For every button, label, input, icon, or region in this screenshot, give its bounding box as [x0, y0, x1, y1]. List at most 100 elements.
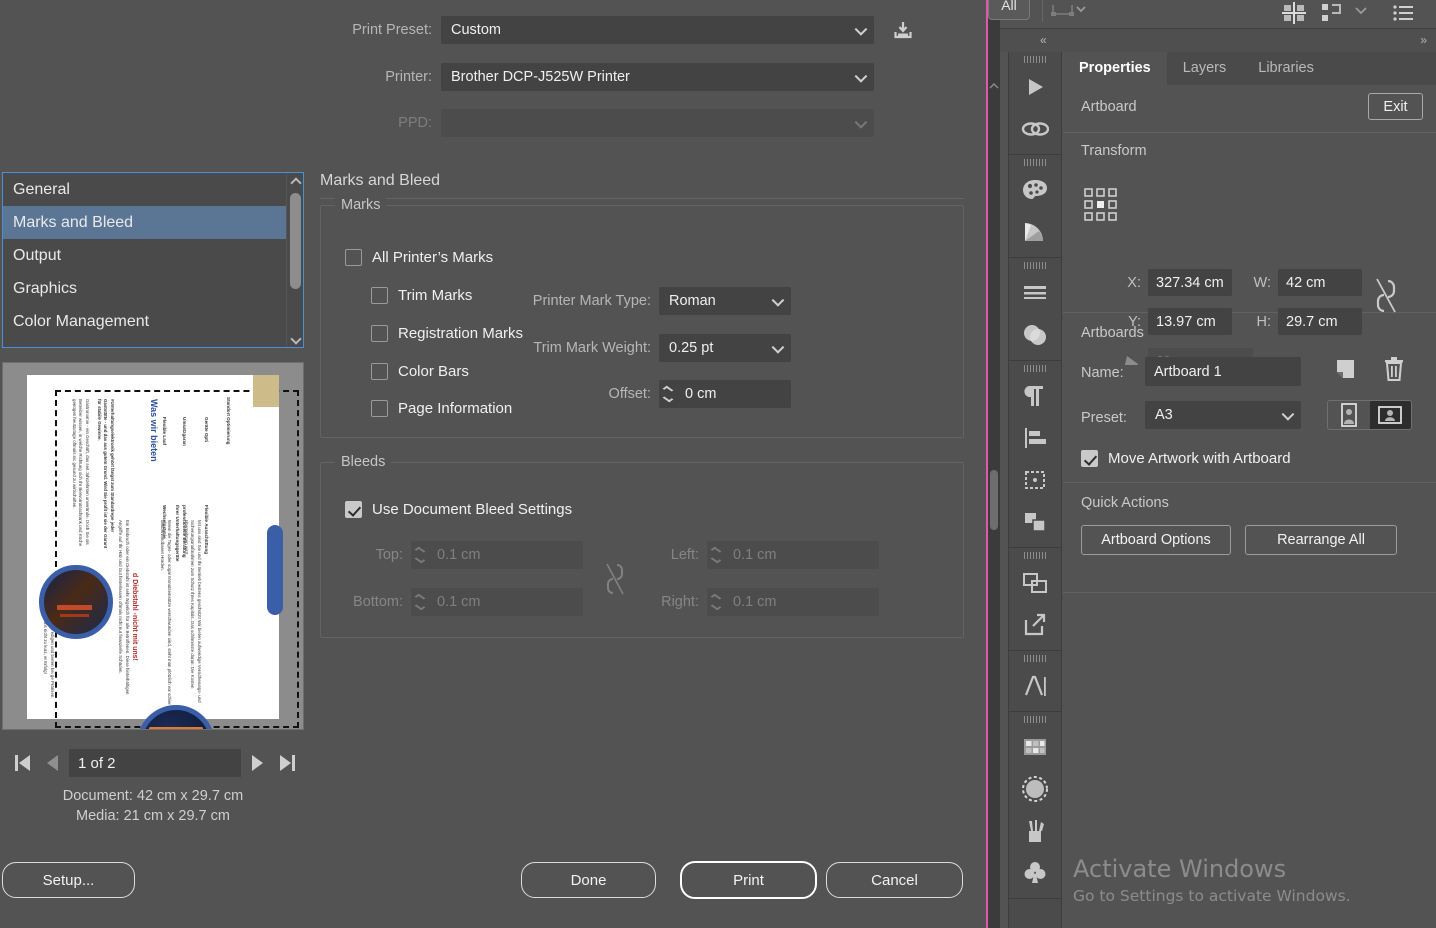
printer-mark-type-select[interactable]: Roman — [659, 287, 791, 315]
tab-layers[interactable]: Layers — [1166, 52, 1243, 85]
drag-grip-icon[interactable] — [1009, 155, 1061, 169]
layers-stack-icon[interactable] — [1009, 501, 1061, 543]
preview-bullet-2c: Geräte Opti — [204, 417, 209, 443]
artboards-icon[interactable] — [1009, 562, 1061, 604]
brush-library-icon[interactable] — [1009, 810, 1061, 852]
distribute-icon[interactable] — [1320, 2, 1344, 29]
move-artwork-checkbox[interactable] — [1081, 450, 1098, 467]
done-button[interactable]: Done — [521, 862, 656, 898]
drag-grip-icon[interactable] — [1009, 52, 1061, 66]
printer-label: Printer: — [385, 69, 432, 85]
tab-properties[interactable]: Properties — [1063, 52, 1167, 85]
sidebar-item-color-management[interactable]: Color Management — [3, 305, 303, 338]
use-document-bleed-row[interactable]: Use Document Bleed Settings — [345, 501, 572, 518]
scroll-up-icon[interactable] — [287, 173, 303, 190]
sidebar-item-general[interactable]: General — [3, 173, 303, 206]
align-dropdown-icon[interactable] — [1050, 2, 1090, 27]
print-preset-select[interactable]: Custom — [441, 16, 874, 44]
all-tab[interactable]: All — [988, 0, 1030, 20]
drag-grip-icon[interactable] — [1009, 258, 1061, 272]
drag-grip-icon[interactable] — [1009, 361, 1061, 375]
trim-mark-weight-select[interactable]: 0.25 pt — [659, 334, 791, 362]
artboard-name-input[interactable]: Artboard 1 — [1145, 357, 1301, 386]
scrollbar-thumb[interactable] — [290, 193, 301, 289]
registration-marks-checkbox[interactable] — [371, 325, 388, 342]
previous-page-button[interactable] — [40, 751, 64, 775]
sidebar-item-output[interactable]: Output — [3, 239, 303, 272]
bleed-right-label: Right: — [661, 594, 699, 610]
artboard-options-button[interactable]: Artboard Options — [1081, 525, 1231, 555]
bleed-right-stepper — [707, 588, 725, 616]
links-icon[interactable] — [1009, 108, 1061, 150]
list-options-icon[interactable] — [1392, 2, 1416, 29]
tab-libraries[interactable]: Libraries — [1242, 52, 1330, 85]
orientation-landscape-button[interactable] — [1369, 401, 1411, 429]
preview-bullet-2b: Umsatzgaran — [182, 417, 187, 446]
drag-grip-icon[interactable] — [1009, 548, 1061, 562]
rearrange-all-button[interactable]: Rearrange All — [1245, 525, 1397, 555]
drag-grip-icon[interactable] — [1009, 651, 1061, 665]
canvas-scroll-up-icon[interactable] — [989, 78, 999, 89]
bleed-link-broken-icon[interactable] — [604, 561, 626, 602]
orientation-portrait-button[interactable] — [1328, 401, 1370, 429]
x-input[interactable]: 327.34 cm — [1148, 269, 1232, 296]
offset-field[interactable]: 0 cm — [659, 380, 791, 408]
bleed-bottom-row: Bottom: 0.1 cm — [343, 588, 583, 616]
print-options-list[interactable]: General Marks and Bleed Output Graphics … — [2, 172, 304, 348]
artboard-preset-select[interactable]: A3 — [1145, 401, 1301, 429]
first-page-button[interactable] — [10, 751, 34, 775]
sidebar-item-graphics[interactable]: Graphics — [3, 272, 303, 305]
drag-grip-icon[interactable] — [1009, 712, 1061, 726]
delete-artboard-icon[interactable] — [1381, 355, 1407, 383]
expand-panels-button[interactable]: » — [1420, 33, 1428, 47]
new-artboard-icon[interactable] — [1333, 357, 1359, 383]
trim-marks-row[interactable]: Trim Marks — [371, 287, 472, 304]
save-preset-icon[interactable] — [892, 19, 914, 41]
reference-point-selector[interactable] — [1083, 187, 1119, 223]
list-scrollbar[interactable] — [286, 173, 303, 347]
last-page-button[interactable] — [275, 751, 299, 775]
all-printers-marks-row[interactable]: All Printer’s Marks — [345, 249, 493, 266]
play-icon[interactable] — [1009, 66, 1061, 108]
setup-button[interactable]: Setup... — [2, 862, 135, 898]
printer-select[interactable]: Brother DCP-J525W Printer — [441, 63, 874, 91]
all-printers-marks-checkbox[interactable] — [345, 249, 362, 266]
paragraph-icon[interactable] — [1009, 375, 1061, 417]
align-center-icon[interactable] — [1282, 2, 1306, 29]
exit-button[interactable]: Exit — [1368, 93, 1423, 120]
offset-stepper[interactable] — [659, 380, 677, 408]
collapse-panels-button[interactable]: « — [1040, 33, 1048, 47]
sidebar-item-marks-and-bleed[interactable]: Marks and Bleed — [3, 206, 303, 239]
export-icon[interactable] — [1009, 604, 1061, 646]
character-type-icon[interactable] — [1009, 665, 1061, 707]
print-preview[interactable]: Was wir bieten Gastronomie - ein Geschäf… — [2, 362, 304, 730]
move-artwork-row[interactable]: Move Artwork with Artboard — [1081, 450, 1291, 467]
chevron-down-icon[interactable] — [1352, 4, 1370, 23]
brushes-circle-icon[interactable] — [1009, 768, 1061, 810]
cancel-button[interactable]: Cancel — [826, 862, 963, 898]
scroll-down-icon[interactable] — [287, 332, 303, 347]
canvas-scrollbar-thumb[interactable] — [990, 470, 998, 530]
swatch-grid-icon[interactable] — [1009, 726, 1061, 768]
color-bars-row[interactable]: Color Bars — [371, 363, 469, 380]
page-number-input[interactable]: 1 of 2 — [69, 749, 241, 777]
gradient-icon[interactable] — [1009, 211, 1061, 253]
swatches-palette-icon[interactable] — [1009, 169, 1061, 211]
tool-group-3 — [1009, 258, 1061, 361]
stroke-icon[interactable] — [1009, 272, 1061, 314]
use-document-bleed-checkbox[interactable] — [345, 501, 362, 518]
preview-bullet-1a: Wechselprämie — [162, 505, 167, 539]
align-left-icon[interactable] — [1009, 417, 1061, 459]
width-input[interactable]: 42 cm — [1278, 269, 1362, 296]
bleeds-group-label: Bleeds — [335, 454, 392, 470]
next-page-button[interactable] — [245, 751, 269, 775]
color-bars-checkbox[interactable] — [371, 363, 388, 380]
bleeds-group: Bleeds Use Document Bleed Settings Top: … — [320, 454, 964, 638]
bleed-left-stepper — [707, 541, 725, 569]
symbols-clover-icon[interactable] — [1009, 852, 1061, 894]
trim-marks-checkbox[interactable] — [371, 287, 388, 304]
transparency-icon[interactable] — [1009, 314, 1061, 356]
page-information-checkbox[interactable] — [371, 400, 388, 417]
print-button[interactable]: Print — [680, 861, 817, 899]
pathfinder-icon[interactable] — [1009, 459, 1061, 501]
